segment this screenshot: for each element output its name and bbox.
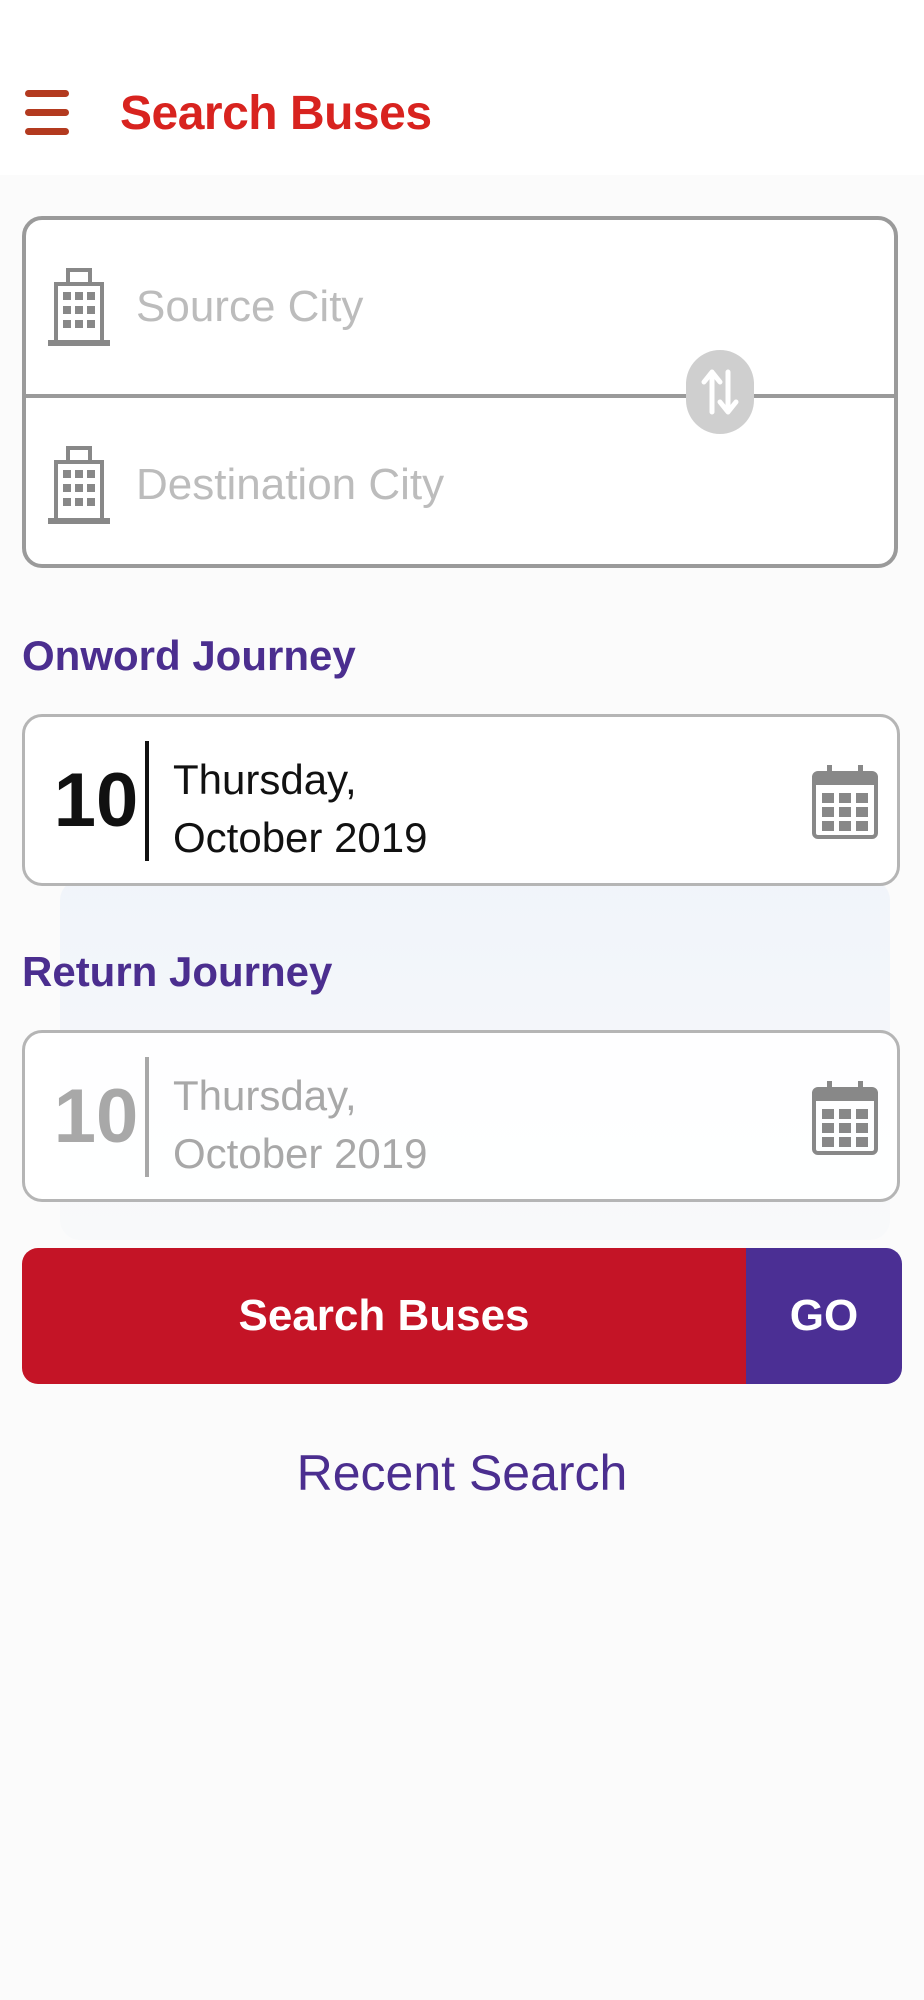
building-icon	[48, 446, 110, 524]
return-month-year: October 2019	[173, 1130, 428, 1177]
go-button[interactable]: GO	[746, 1248, 902, 1384]
search-buses-button[interactable]: Search Buses	[22, 1248, 746, 1384]
date-separator	[145, 741, 149, 861]
onward-date-picker[interactable]: 10 Thursday, October 2019	[22, 714, 900, 886]
return-day: 10	[53, 1074, 139, 1159]
return-date-text: Thursday, October 2019	[173, 1067, 428, 1183]
swap-cities-button[interactable]	[686, 350, 754, 434]
app-header: Search Buses	[0, 0, 924, 175]
destination-city-input[interactable]	[136, 442, 756, 528]
return-date-picker[interactable]: 10 Thursday, October 2019	[22, 1030, 900, 1202]
calendar-icon[interactable]	[811, 763, 879, 841]
onward-day: 10	[53, 758, 139, 843]
return-journey-label: Return Journey	[22, 948, 333, 995]
return-weekday: Thursday,	[173, 1072, 357, 1119]
onward-weekday: Thursday,	[173, 756, 357, 803]
destination-city-row[interactable]	[26, 398, 894, 572]
onward-journey-label: Onword Journey	[22, 632, 356, 679]
source-city-input[interactable]	[136, 264, 756, 350]
city-selection-card	[22, 216, 898, 568]
building-icon	[48, 268, 110, 346]
page-title: Search Buses	[120, 87, 432, 140]
hamburger-menu-icon[interactable]	[25, 90, 73, 140]
onward-month-year: October 2019	[173, 814, 428, 861]
date-separator	[145, 1057, 149, 1177]
swap-arrows-icon	[701, 369, 739, 415]
source-city-row[interactable]	[26, 220, 894, 394]
onward-date-text: Thursday, October 2019	[173, 751, 428, 867]
calendar-icon[interactable]	[811, 1079, 879, 1157]
recent-search-link[interactable]: Recent Search	[0, 1444, 924, 1502]
